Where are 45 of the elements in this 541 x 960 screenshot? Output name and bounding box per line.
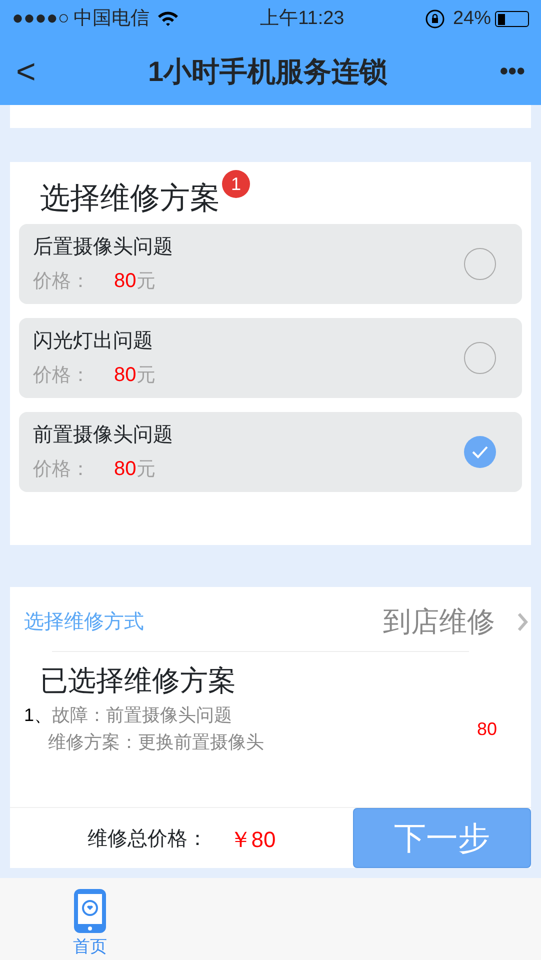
more-button[interactable]: ••• <box>500 54 525 90</box>
radio-button[interactable] <box>464 248 496 280</box>
wifi-icon <box>157 11 180 27</box>
check-icon <box>471 445 489 459</box>
price-unit: 元 <box>136 458 156 482</box>
price-value: 80 <box>114 362 136 388</box>
item-price: 80 <box>476 718 497 740</box>
section-title: 选择维修方案 <box>40 180 220 216</box>
method-value: 到店维修 <box>383 605 495 639</box>
battery-icon <box>495 11 529 27</box>
back-button[interactable]: < <box>16 54 36 88</box>
price-unit: 元 <box>136 270 156 294</box>
plan-option[interactable]: 闪光灯出问题 价格： 80元 <box>19 318 522 398</box>
price-label: 价格： <box>33 270 90 294</box>
summary-title: 已选择维修方案 <box>39 664 237 698</box>
plan-name: 更换前置摄像头 <box>138 731 264 754</box>
total-price: ￥80 <box>229 826 276 854</box>
page-title: 1小时手机服务连锁 <box>148 54 388 88</box>
fault-label: 故障： <box>52 704 106 727</box>
battery-percent: 24% <box>452 6 491 31</box>
method-label: 选择维修方式 <box>24 610 144 635</box>
total-label: 维修总价格： <box>87 827 208 852</box>
rotation-lock-icon <box>424 9 445 29</box>
option-name: 前置摄像头问题 <box>33 422 174 448</box>
option-name: 闪光灯出问题 <box>33 328 154 354</box>
carrier-name: 中国电信 <box>73 6 150 31</box>
radio-button[interactable] <box>464 436 496 468</box>
fault-name: 前置摄像头问题 <box>106 704 232 727</box>
count-badge: 1 <box>222 170 250 198</box>
method-row[interactable]: 选择维修方式 到店维修 <box>10 587 531 651</box>
price-value: 80 <box>114 456 136 482</box>
phone-chat-icon <box>73 888 107 934</box>
price-label: 价格： <box>33 364 90 388</box>
price-unit: 元 <box>136 364 156 388</box>
plan-label: 维修方案： <box>48 731 138 754</box>
price-value: 80 <box>114 268 136 294</box>
item-index: 1、 <box>24 704 52 727</box>
clock-time: 上午11:23 <box>260 6 344 31</box>
price-label: 价格： <box>33 458 90 482</box>
plan-option[interactable]: 前置摄像头问题 价格： 80元 <box>19 412 522 492</box>
option-name: 后置摄像头问题 <box>33 234 174 260</box>
chevron-icon <box>517 612 529 632</box>
plan-option[interactable]: 后置摄像头问题 价格： 80元 <box>19 224 522 304</box>
signal-strength: ●●●●○ <box>12 6 70 31</box>
radio-button[interactable] <box>464 342 496 374</box>
